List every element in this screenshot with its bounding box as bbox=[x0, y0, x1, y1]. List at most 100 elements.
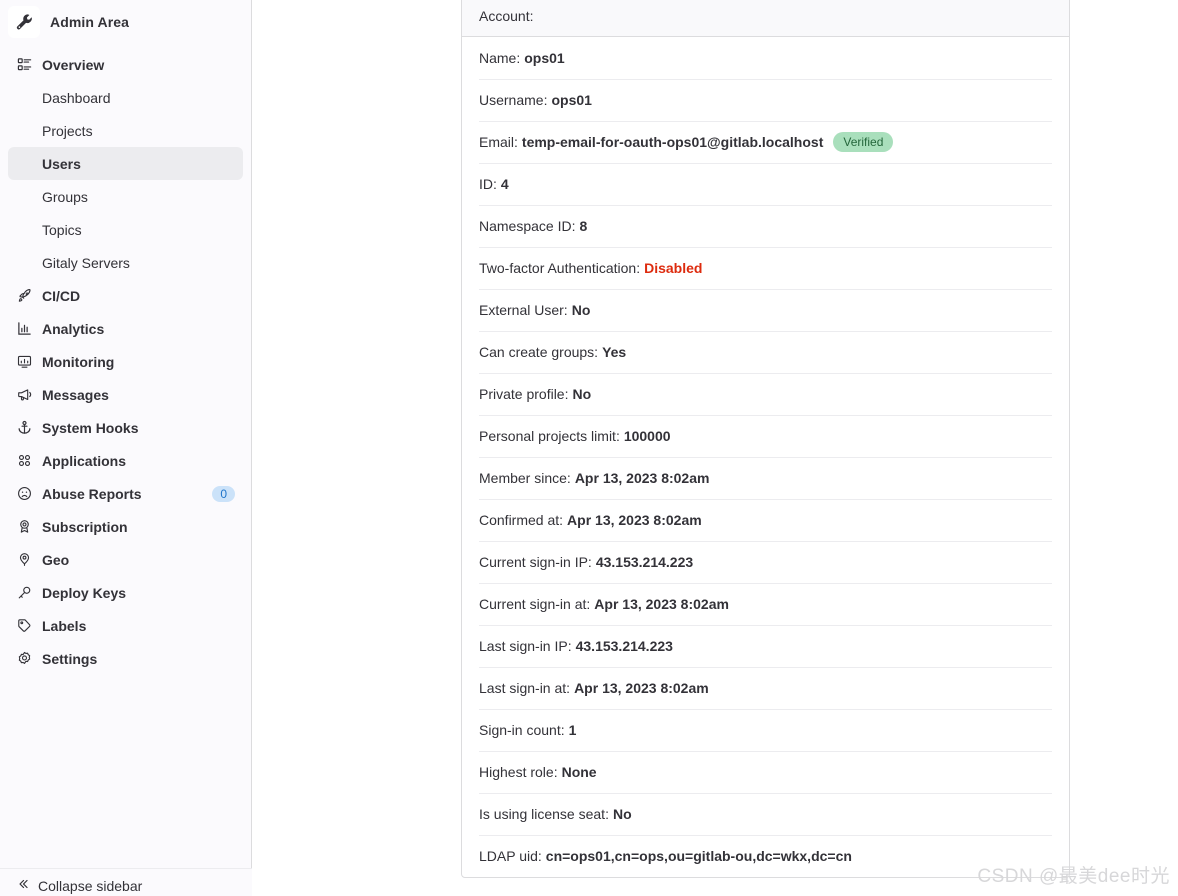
detail-label: Last sign-in at: bbox=[479, 680, 571, 696]
detail-value: 4 bbox=[500, 176, 509, 192]
sidebar-item-label: Messages bbox=[42, 386, 109, 403]
admin-sidebar: Admin Area Overview Dashboard Projects U… bbox=[0, 0, 252, 896]
sidebar-item-label: Subscription bbox=[42, 518, 128, 535]
sidebar-item-messages[interactable]: Messages bbox=[8, 378, 243, 411]
location-pin-icon bbox=[16, 552, 32, 568]
detail-row-last-sign-in-at: Last sign-in at: Apr 13, 2023 8:02am bbox=[462, 667, 1069, 709]
admin-area-page: Admin Area Overview Dashboard Projects U… bbox=[0, 0, 1178, 896]
detail-row-highest-role: Highest role: None bbox=[462, 751, 1069, 793]
account-details-list: Name: ops01 Username: ops01 Email: temp-… bbox=[462, 37, 1069, 877]
sidebar-nav: Overview Dashboard Projects Users Groups… bbox=[0, 48, 251, 675]
detail-row-two-factor-authentication: Two-factor Authentication: Disabled bbox=[462, 247, 1069, 289]
detail-label: Email: bbox=[479, 134, 518, 150]
detail-row-id: ID: 4 bbox=[462, 163, 1069, 205]
account-details-card: Account: Name: ops01 Username: ops01 Ema… bbox=[461, 0, 1070, 878]
sidebar-item-users[interactable]: Users bbox=[8, 147, 243, 180]
detail-label: Current sign-in at: bbox=[479, 596, 591, 612]
sidebar-item-label: Abuse Reports bbox=[42, 485, 142, 502]
sidebar-item-labels[interactable]: Labels bbox=[8, 609, 243, 642]
detail-row-is-using-license-seat: Is using license seat: No bbox=[462, 793, 1069, 835]
detail-label: Highest role: bbox=[479, 764, 558, 780]
detail-value: cn=ops01,cn=ops,ou=gitlab-ou,dc=wkx,dc=c… bbox=[545, 848, 852, 864]
sad-face-icon bbox=[16, 486, 32, 502]
grid-dots-icon bbox=[16, 453, 32, 469]
collapse-sidebar-label: Collapse sidebar bbox=[38, 877, 143, 894]
detail-label: Personal projects limit: bbox=[479, 428, 620, 444]
sidebar-item-system-hooks[interactable]: System Hooks bbox=[8, 411, 243, 444]
detail-value: Yes bbox=[602, 344, 627, 360]
sidebar-item-analytics[interactable]: Analytics bbox=[8, 312, 243, 345]
detail-value: 1 bbox=[568, 722, 577, 738]
gear-icon bbox=[16, 651, 32, 667]
detail-row-current-sign-in-at: Current sign-in at: Apr 13, 2023 8:02am bbox=[462, 583, 1069, 625]
overview-icon bbox=[16, 57, 32, 73]
detail-label: External User: bbox=[479, 302, 568, 318]
detail-label: Namespace ID: bbox=[479, 218, 576, 234]
detail-label: Username: bbox=[479, 92, 548, 108]
megaphone-icon bbox=[16, 387, 32, 403]
anchor-icon bbox=[16, 420, 32, 436]
sidebar-item-monitoring[interactable]: Monitoring bbox=[8, 345, 243, 378]
key-icon bbox=[16, 585, 32, 601]
main-content: Account: Name: ops01 Username: ops01 Ema… bbox=[252, 0, 1178, 896]
detail-value: Apr 13, 2023 8:02am bbox=[574, 470, 710, 486]
detail-row-name: Name: ops01 bbox=[462, 37, 1069, 79]
detail-label: Can create groups: bbox=[479, 344, 599, 360]
collapse-sidebar-button[interactable]: Collapse sidebar bbox=[0, 868, 252, 896]
sidebar-item-label: Geo bbox=[42, 551, 70, 568]
detail-row-current-sign-in-ip: Current sign-in IP: 43.153.214.223 bbox=[462, 541, 1069, 583]
detail-row-namespace-id: Namespace ID: 8 bbox=[462, 205, 1069, 247]
detail-label: Two-factor Authentication: bbox=[479, 260, 641, 276]
detail-value: 43.153.214.223 bbox=[575, 638, 673, 654]
detail-value: temp-email-for-oauth-ops01@gitlab.localh… bbox=[521, 134, 824, 150]
sidebar-item-subscription[interactable]: Subscription bbox=[8, 510, 243, 543]
sidebar-item-groups[interactable]: Groups bbox=[8, 180, 243, 213]
sidebar-item-applications[interactable]: Applications bbox=[8, 444, 243, 477]
chart-icon bbox=[16, 321, 32, 337]
detail-value: No bbox=[612, 806, 632, 822]
sidebar-brand[interactable]: Admin Area bbox=[0, 2, 251, 42]
detail-value: ops01 bbox=[524, 50, 565, 66]
detail-row-member-since: Member since: Apr 13, 2023 8:02am bbox=[462, 457, 1069, 499]
detail-value: Disabled bbox=[644, 260, 703, 276]
sidebar-item-label: Groups bbox=[42, 188, 88, 205]
sidebar-item-label: Users bbox=[42, 155, 81, 172]
detail-label: Current sign-in IP: bbox=[479, 554, 592, 570]
sidebar-item-deploy-keys[interactable]: Deploy Keys bbox=[8, 576, 243, 609]
abuse-reports-count-badge: 0 bbox=[212, 485, 235, 502]
sidebar-item-label: Overview bbox=[42, 56, 105, 73]
sidebar-item-label: Deploy Keys bbox=[42, 584, 127, 601]
watermark: CSDN @最美dee时光 bbox=[977, 866, 1170, 887]
sidebar-item-settings[interactable]: Settings bbox=[8, 642, 243, 675]
sidebar-item-label: Gitaly Servers bbox=[42, 254, 130, 271]
wrench-icon bbox=[8, 6, 40, 38]
sidebar-brand-label: Admin Area bbox=[50, 14, 130, 30]
detail-row-last-sign-in-ip: Last sign-in IP: 43.153.214.223 bbox=[462, 625, 1069, 667]
sidebar-item-abuse-reports[interactable]: Abuse Reports 0 bbox=[8, 477, 243, 510]
sidebar-item-label: Applications bbox=[42, 452, 127, 469]
email-verified-badge: Verified bbox=[833, 132, 894, 152]
chevron-double-left-icon bbox=[16, 877, 30, 894]
sidebar-item-dashboard[interactable]: Dashboard bbox=[8, 81, 243, 114]
detail-row-can-create-groups: Can create groups: Yes bbox=[462, 331, 1069, 373]
sidebar-item-geo[interactable]: Geo bbox=[8, 543, 243, 576]
detail-row-private-profile: Private profile: No bbox=[462, 373, 1069, 415]
license-icon bbox=[16, 519, 32, 535]
sidebar-item-projects[interactable]: Projects bbox=[8, 114, 243, 147]
sidebar-item-label: Analytics bbox=[42, 320, 105, 337]
detail-row-external-user: External User: No bbox=[462, 289, 1069, 331]
sidebar-item-label: Dashboard bbox=[42, 89, 111, 106]
detail-value: 8 bbox=[579, 218, 588, 234]
sidebar-item-topics[interactable]: Topics bbox=[8, 213, 243, 246]
detail-label: Private profile: bbox=[479, 386, 569, 402]
sidebar-item-label: Topics bbox=[42, 221, 82, 238]
detail-value: Apr 13, 2023 8:02am bbox=[567, 512, 702, 528]
detail-row-personal-projects-limit: Personal projects limit: 100000 bbox=[462, 415, 1069, 457]
label-tag-icon bbox=[16, 618, 32, 634]
detail-label: Member since: bbox=[479, 470, 571, 486]
sidebar-item-gitaly-servers[interactable]: Gitaly Servers bbox=[8, 246, 243, 279]
detail-value: 100000 bbox=[623, 428, 671, 444]
sidebar-item-overview[interactable]: Overview bbox=[8, 48, 243, 81]
sidebar-item-label: Settings bbox=[42, 650, 98, 667]
sidebar-item-cicd[interactable]: CI/CD bbox=[8, 279, 243, 312]
